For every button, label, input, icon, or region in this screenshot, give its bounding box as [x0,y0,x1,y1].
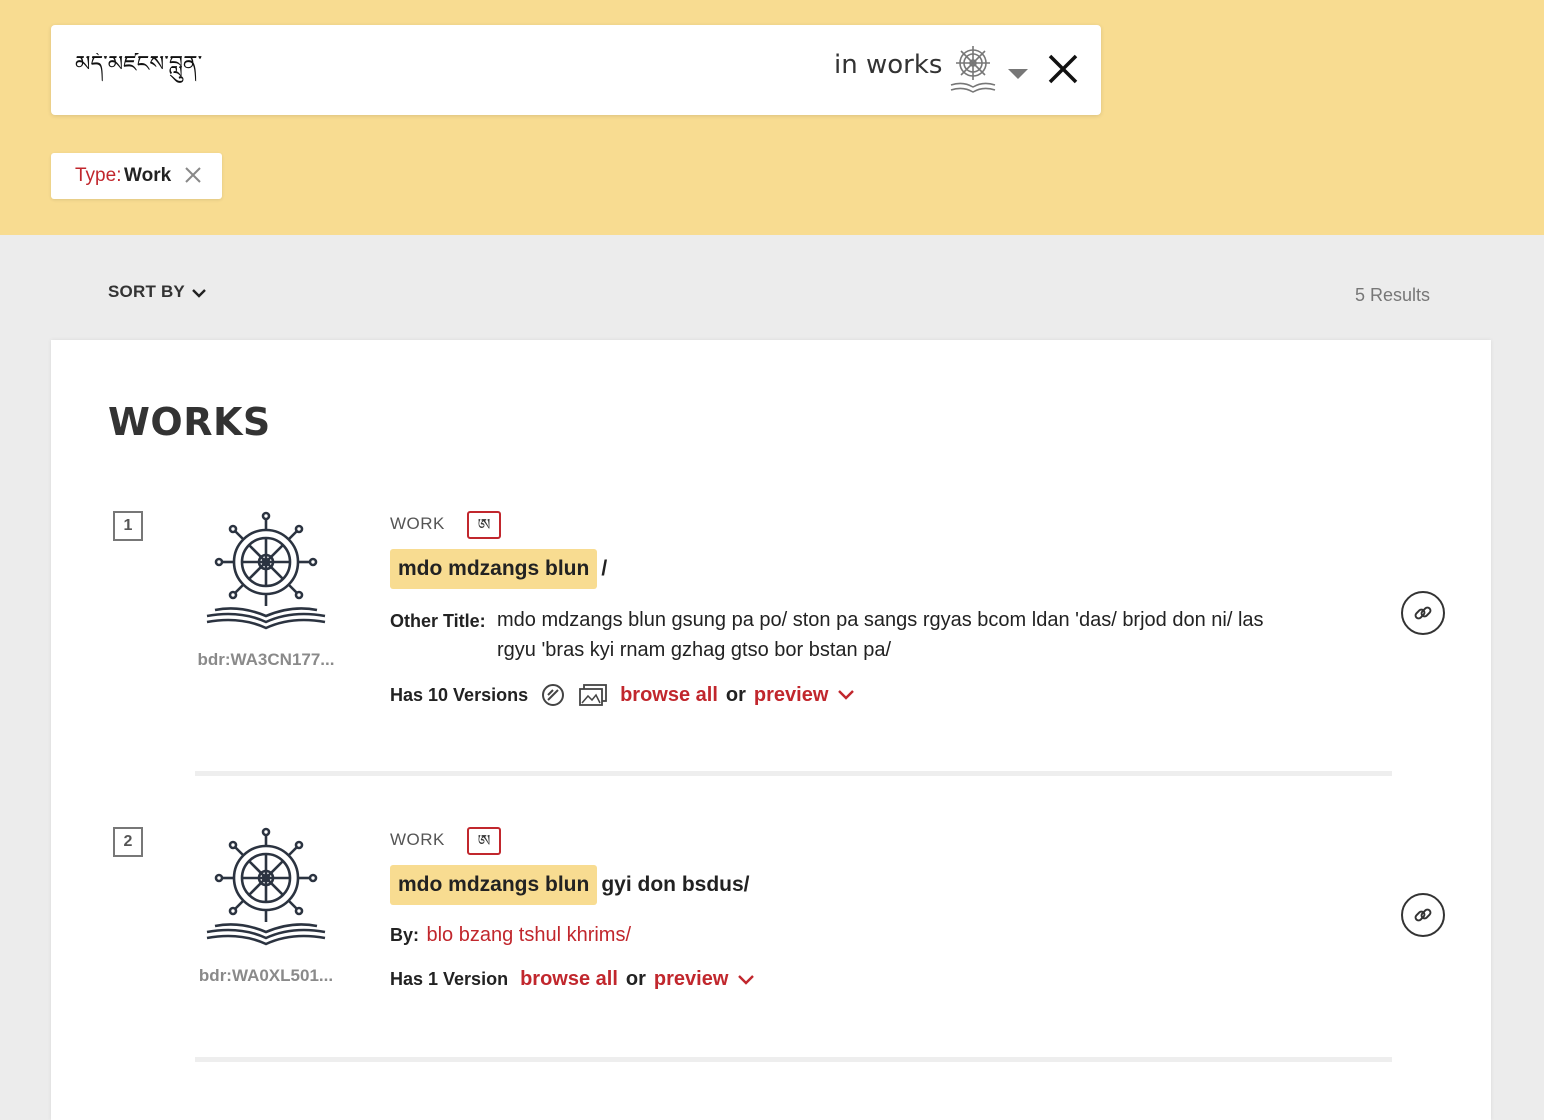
resource-id[interactable]: bdr:WA3CN177... [186,650,346,670]
clear-search-close-icon[interactable] [1047,53,1079,85]
results-panel: WORKS 1 bdr:WA3CN177... WORK ཨ mdo mdzan… [51,340,1491,1120]
result-type-label: WORK [390,830,445,849]
chevron-down-icon[interactable] [836,688,856,702]
versions-count: Has 10 Versions [390,684,529,705]
versions-row: Has 1 Version browse all or preview [390,968,756,991]
tibetan-script-badge: ཨ [467,511,501,539]
permalink-button[interactable] [1401,591,1445,635]
or-text: or [725,683,746,706]
other-title-value: mdo mdzangs blun gsung pa po/ ston pa sa… [497,609,1264,661]
link-icon [1414,908,1432,922]
chevron-down-icon[interactable] [736,973,756,987]
result-index: 2 [113,827,143,857]
title-highlight[interactable]: mdo mdzangs blun [390,549,598,589]
title-highlight[interactable]: mdo mdzangs blun [390,865,598,905]
images-icon [579,684,607,706]
filter-key: Type: [75,165,122,186]
result-divider [195,1057,1392,1062]
filter-chip-type: Type: Work [51,153,222,199]
dharma-wheel-icon[interactable] [947,43,999,95]
result-title[interactable]: mdo mdzangs blun gyi don bsdus/ [390,865,750,905]
dharma-wheel-icon[interactable] [205,826,327,948]
chevron-down-icon [192,288,206,298]
search-scope-label[interactable]: in works [834,50,942,80]
remove-filter-close-icon[interactable] [184,166,202,184]
resource-id[interactable]: bdr:WA0XL501... [186,966,346,986]
title-rest[interactable]: gyi don bsdus/ [601,873,749,896]
link-icon [1414,606,1432,620]
or-text: or [625,968,646,990]
results-count: 5 Results [1354,285,1430,305]
browse-all-link[interactable]: browse all [520,968,618,991]
result-divider [195,771,1392,776]
section-title: WORKS [108,400,271,444]
sort-by-dropdown[interactable]: SORT BY [108,282,207,302]
preview-link[interactable]: preview [654,968,728,991]
result-index: 1 [113,511,143,541]
versions-count: Has 1 Version [390,969,509,989]
preview-link[interactable]: preview [754,684,828,707]
etext-icon [542,684,565,706]
author-row: By: blo bzang tshul khrims/ [390,924,631,947]
filter-value: Work [124,165,172,186]
search-header-band: in works Type: Work [0,0,1544,235]
tibetan-script-badge: ཨ [467,827,501,855]
sort-by-label: SORT BY [108,282,185,301]
search-box: in works [51,25,1101,115]
other-title-label: Other Title: [390,611,486,631]
author-link[interactable]: blo bzang tshul khrims/ [426,924,631,946]
result-title[interactable]: mdo mdzangs blun / [390,549,607,589]
by-label: By: [390,925,420,945]
dharma-wheel-icon[interactable] [205,510,327,632]
search-input[interactable] [75,53,795,87]
title-rest[interactable]: / [601,557,607,580]
browse-all-link[interactable]: browse all [620,684,718,707]
scope-dropdown-caret-icon[interactable] [1008,69,1028,79]
permalink-button[interactable] [1401,893,1445,937]
result-type-label: WORK [390,514,445,533]
versions-row: Has 10 Versions browse all or preview [390,682,856,708]
